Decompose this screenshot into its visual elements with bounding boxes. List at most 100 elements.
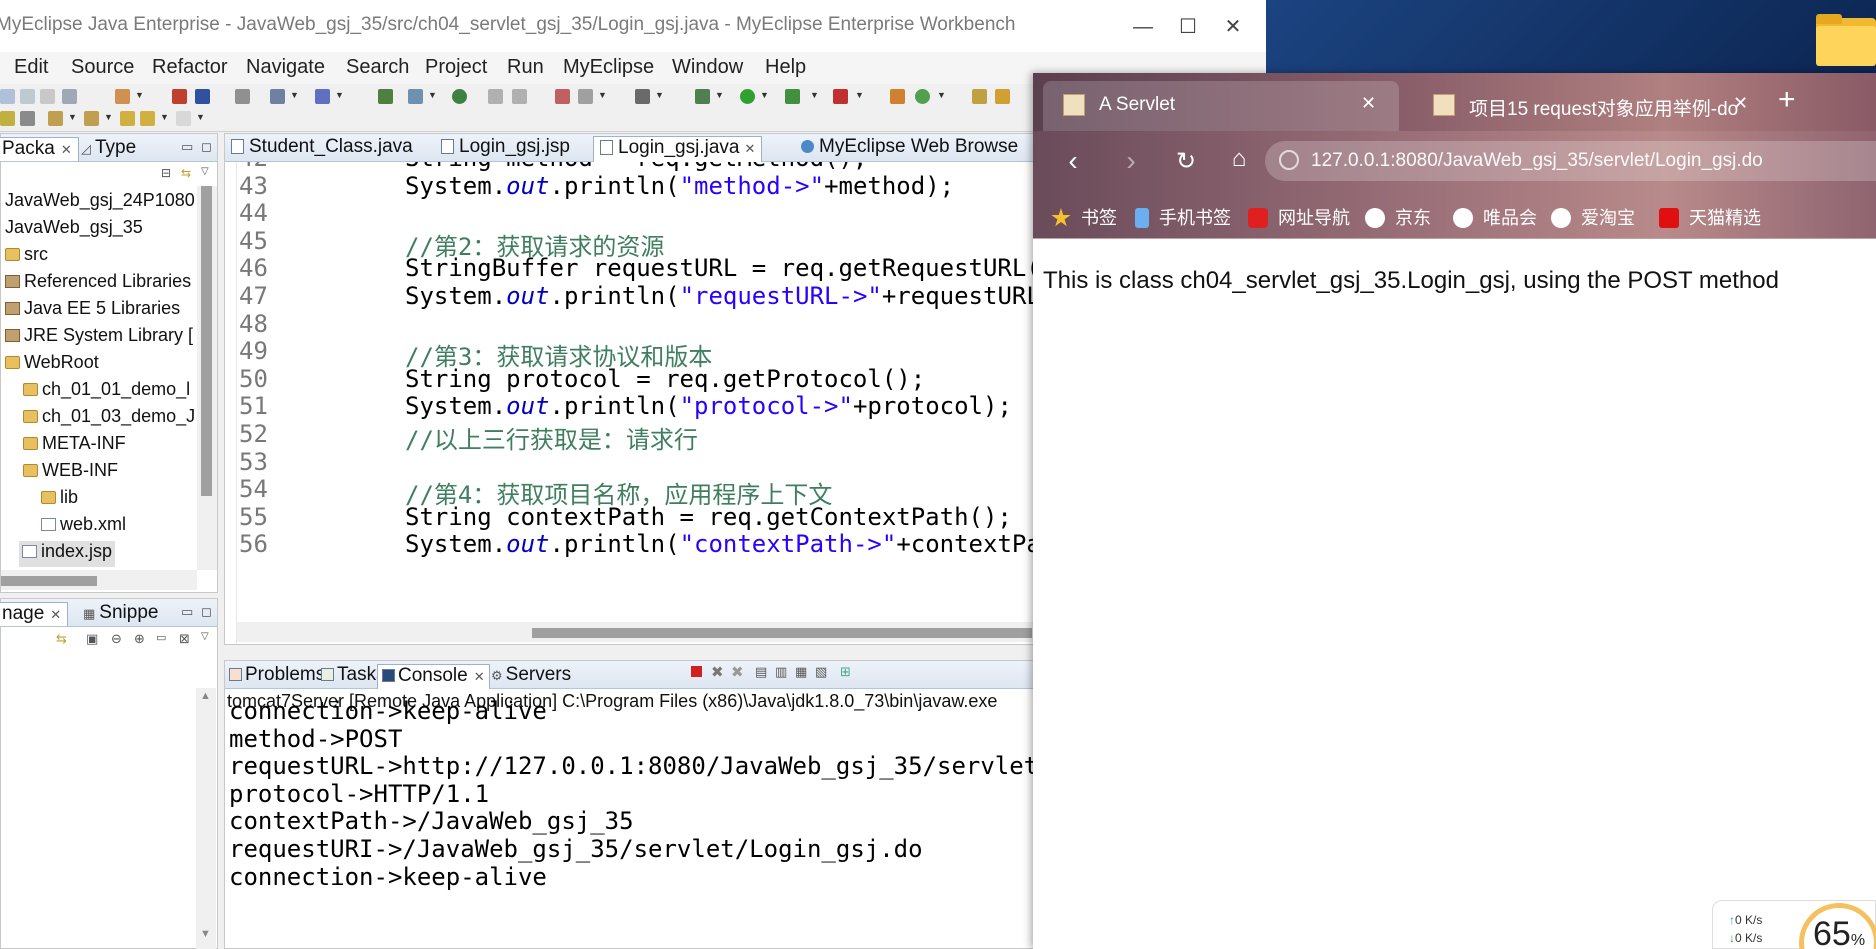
dropdown-arrow-icon[interactable]: ▼ <box>810 90 819 100</box>
scroll-up-icon[interactable]: ▲ <box>200 690 211 702</box>
tree-item-project[interactable]: JavaWeb_gsj_24P1080 <box>5 190 195 216</box>
view-menu-icon[interactable]: ▽ <box>201 631 209 642</box>
bookmark-item[interactable]: 唯品会 <box>1453 204 1537 230</box>
menu-window[interactable]: Window <box>672 56 743 79</box>
globe-icon[interactable] <box>452 89 467 104</box>
new-class-icon[interactable] <box>915 89 930 104</box>
dropdown-arrow-icon[interactable]: ▼ <box>196 112 205 122</box>
dropdown-arrow-icon[interactable]: ▼ <box>598 90 607 100</box>
clear-console-icon[interactable]: ▤ <box>755 664 767 680</box>
fit-image-icon[interactable]: ▣ <box>86 631 98 647</box>
tree-item-folder[interactable]: ch_01_03_demo_J <box>23 406 195 432</box>
site-info-icon[interactable] <box>1279 150 1299 170</box>
tree-item-meta-inf[interactable]: META-INF <box>23 433 126 459</box>
zoom-in-icon[interactable]: ⊕ <box>134 631 145 647</box>
debug-icon[interactable] <box>695 89 710 104</box>
deploy-icon[interactable] <box>172 89 187 104</box>
actual-size-icon[interactable]: ▭ <box>156 631 166 644</box>
dropdown-arrow-icon[interactable]: ▼ <box>715 90 724 100</box>
menu-help[interactable]: Help <box>765 56 806 79</box>
bookmark-item[interactable]: 手机书签 <box>1135 204 1231 230</box>
scroll-lock-icon[interactable]: ▥ <box>775 664 787 680</box>
new-java-icon[interactable] <box>890 89 905 104</box>
word-wrap-icon[interactable]: ▦ <box>795 664 807 680</box>
tools-icon[interactable] <box>270 89 285 104</box>
dropdown-arrow-icon[interactable]: ▼ <box>760 90 769 100</box>
annotation-icon[interactable] <box>0 111 15 126</box>
wizard-icon[interactable] <box>315 89 330 104</box>
next-annotation-icon[interactable] <box>48 111 63 126</box>
dropdown-arrow-icon[interactable]: ▼ <box>335 90 344 100</box>
save-icon[interactable] <box>20 89 35 104</box>
task-icon[interactable] <box>578 89 593 104</box>
tab-image-preview[interactable]: nage ✕ <box>0 602 69 626</box>
dropdown-arrow-icon[interactable]: ▼ <box>937 90 946 100</box>
menu-project[interactable]: Project <box>425 56 487 79</box>
new-tab-button[interactable]: + <box>1778 83 1796 117</box>
remove-all-icon[interactable]: ✖ <box>731 663 744 681</box>
menu-refactor[interactable]: Refactor <box>152 56 228 79</box>
zoom-out-icon[interactable]: ⊖ <box>111 631 122 647</box>
console-vertical-scrollbar[interactable]: ▲ ▼ <box>196 688 216 949</box>
maximize-view-icon[interactable]: ◻ <box>201 604 212 620</box>
tree-item-referenced-libraries[interactable]: Referenced Libraries <box>5 271 191 297</box>
tree-item-javaee-libraries[interactable]: Java EE 5 Libraries <box>5 298 180 324</box>
tree-item-jre-library[interactable]: JRE System Library [ <box>5 325 193 351</box>
terminate-icon[interactable] <box>691 666 702 677</box>
tree-item-src[interactable]: src <box>5 244 48 270</box>
tab-web-browser[interactable]: MyEclipse Web Browse <box>795 136 1024 162</box>
menu-run[interactable]: Run <box>507 56 544 79</box>
paragraph-icon[interactable] <box>20 111 35 126</box>
bookmark-item[interactable]: 书签 <box>1051 204 1117 230</box>
dropdown-arrow-icon[interactable]: ▼ <box>290 90 299 100</box>
edit-icon[interactable] <box>488 89 503 104</box>
bookmark-item[interactable]: 爱淘宝 <box>1551 204 1635 230</box>
tree-item-web-inf[interactable]: WEB-INF <box>23 460 118 486</box>
tab-login-gsj-java[interactable]: Login_gsj.java ✕ <box>593 136 763 162</box>
tree-item-lib[interactable]: lib <box>41 487 78 513</box>
dropdown-arrow-icon[interactable]: ▼ <box>68 112 77 122</box>
dropdown-arrow-icon[interactable]: ▼ <box>855 90 864 100</box>
dropdown-arrow-icon[interactable]: ▼ <box>655 90 664 100</box>
prev-annotation-icon[interactable] <box>84 111 99 126</box>
horizontal-scrollbar[interactable] <box>1 570 197 590</box>
minimize-button[interactable]: — <box>1125 10 1161 44</box>
tree-item-folder[interactable]: ch_01_01_demo_l <box>23 379 190 405</box>
new-class-icon[interactable] <box>378 89 393 104</box>
run-config-icon[interactable] <box>785 89 800 104</box>
tab-login-gsj-jsp[interactable]: Login_gsj.jsp <box>435 136 576 162</box>
vertical-scrollbar[interactable] <box>197 186 217 570</box>
link-editor-icon[interactable]: ⇆ <box>181 166 191 180</box>
print-icon[interactable] <box>62 89 77 104</box>
zoom-fit-icon[interactable]: ⊠ <box>179 631 190 647</box>
forward-button[interactable]: › <box>1113 145 1149 177</box>
forward-icon[interactable] <box>176 111 191 126</box>
scroll-down-icon[interactable]: ▼ <box>200 928 211 940</box>
scrollbar-thumb[interactable] <box>532 628 1032 638</box>
arrow-icon[interactable]: ⇆ <box>56 631 67 647</box>
tab-student-class-java[interactable]: Student_Class.java <box>225 136 419 162</box>
tab-snippets[interactable]: ▦ Snippe <box>83 602 158 626</box>
menu-myeclipse[interactable]: MyEclipse <box>563 56 654 79</box>
new-icon[interactable] <box>0 89 15 104</box>
folder-icon[interactable] <box>1812 14 1876 66</box>
save-all-icon[interactable] <box>40 89 55 104</box>
edit-icon[interactable] <box>512 89 527 104</box>
tab-package-explorer[interactable]: Packa ✕ <box>0 137 79 161</box>
external-tools-icon[interactable] <box>833 89 848 104</box>
minimize-view-icon[interactable]: ▭ <box>181 604 193 620</box>
console-icon[interactable] <box>635 89 650 104</box>
new-project-icon[interactable] <box>115 89 130 104</box>
url-text[interactable]: 127.0.0.1:8080/JavaWeb_gsj_35/servlet/Lo… <box>1311 150 1763 172</box>
back-icon[interactable] <box>140 111 155 126</box>
tab-type-hierarchy[interactable]: ◿ Type <box>81 137 136 161</box>
minimize-view-icon[interactable]: ▭ <box>181 139 193 155</box>
dropdown-arrow-icon[interactable]: ▼ <box>160 112 169 122</box>
tree-item-webroot[interactable]: WebRoot <box>5 352 99 378</box>
network-speed-widget[interactable]: ↑0 K/s ↓0 K/s 65% <box>1712 900 1876 949</box>
bookmark-item[interactable]: 网址导航 <box>1248 204 1350 230</box>
maximize-button[interactable]: ☐ <box>1170 10 1206 44</box>
dropdown-arrow-icon[interactable]: ▼ <box>104 112 113 122</box>
dropdown-arrow-icon[interactable]: ▼ <box>428 90 437 100</box>
tab-problems[interactable]: Problems <box>225 664 329 689</box>
